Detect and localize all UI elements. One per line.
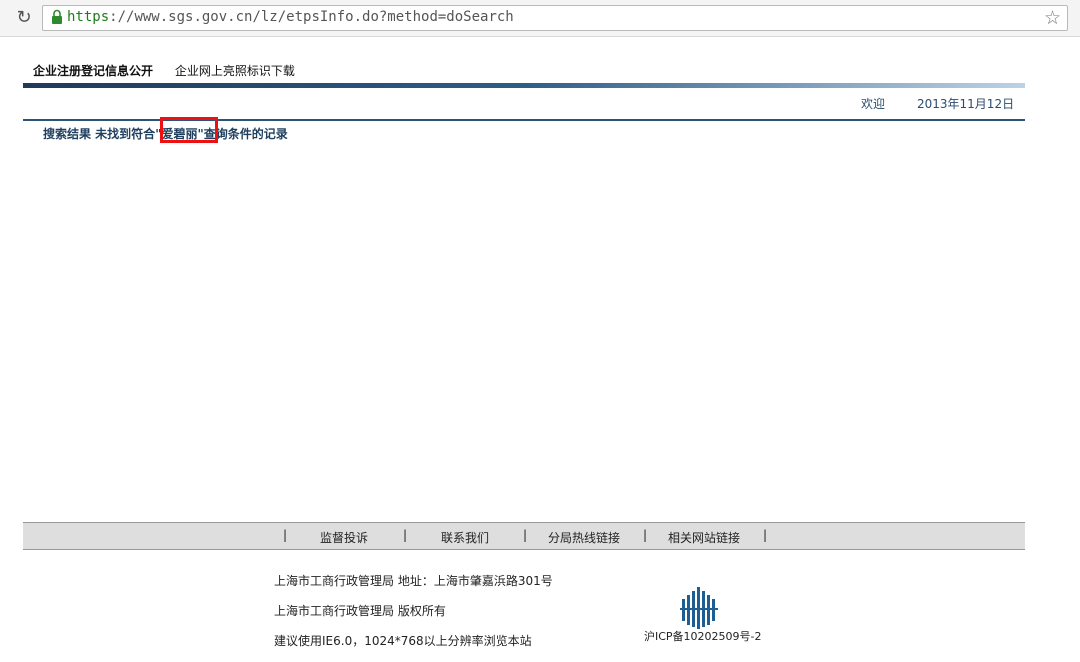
tab-license-download[interactable]: 企业网上亮照标识下载 [175, 64, 295, 78]
icp-record-number[interactable]: 沪ICP备10202509号-2 [644, 628, 762, 644]
url-protocol: https [67, 9, 110, 25]
bookmark-star-icon[interactable]: ☆ [1044, 7, 1061, 29]
footer-separator: | [283, 528, 288, 542]
footer-separator: | [403, 528, 408, 542]
current-date: 2013年11月12日 [917, 97, 1015, 111]
result-prefix: 搜索结果 未找到符合 [43, 127, 156, 141]
footer-separator: | [523, 528, 528, 542]
browser-toolbar: ↻ https://www.sgs.gov.cn/lz/etpsInfo.do?… [0, 0, 1080, 37]
footer-copyright: 上海市工商行政管理局 版权所有 [274, 604, 446, 618]
gov-logo-icon[interactable] [680, 587, 718, 629]
footer-separator: | [763, 528, 768, 542]
search-term-highlight-box [160, 117, 218, 143]
reload-icon[interactable]: ↻ [13, 7, 35, 29]
lock-icon [52, 9, 62, 24]
footer-link-complaint[interactable]: 监督投诉 [320, 529, 368, 546]
footer-address: 上海市工商行政管理局 地址：上海市肇嘉浜路301号 [274, 574, 553, 588]
top-nav: 企业注册登记信息公开 企业网上亮照标识下载 [33, 62, 313, 79]
footer-link-bar: | 监督投诉 | 联系我们 | 分局热线链接 | 相关网站链接 | [23, 522, 1025, 550]
address-bar[interactable]: https://www.sgs.gov.cn/lz/etpsInfo.do?me… [42, 5, 1068, 31]
footer-separator: | [643, 528, 648, 542]
url-rest: ://www.sgs.gov.cn/lz/etpsInfo.do?method=… [109, 9, 514, 25]
welcome-text: 欢迎 [861, 97, 886, 111]
nav-underline-bar [23, 83, 1025, 88]
tab-registration-info[interactable]: 企业注册登记信息公开 [33, 64, 153, 78]
footer-link-related-sites[interactable]: 相关网站链接 [668, 529, 740, 546]
footer-link-contact[interactable]: 联系我们 [441, 529, 489, 546]
url-text[interactable]: https://www.sgs.gov.cn/lz/etpsInfo.do?me… [67, 9, 514, 25]
footer-link-hotlines[interactable]: 分局热线链接 [548, 529, 620, 546]
footer-browser-advice: 建议使用IE6.0，1024*768以上分辨率浏览本站 [274, 634, 532, 648]
